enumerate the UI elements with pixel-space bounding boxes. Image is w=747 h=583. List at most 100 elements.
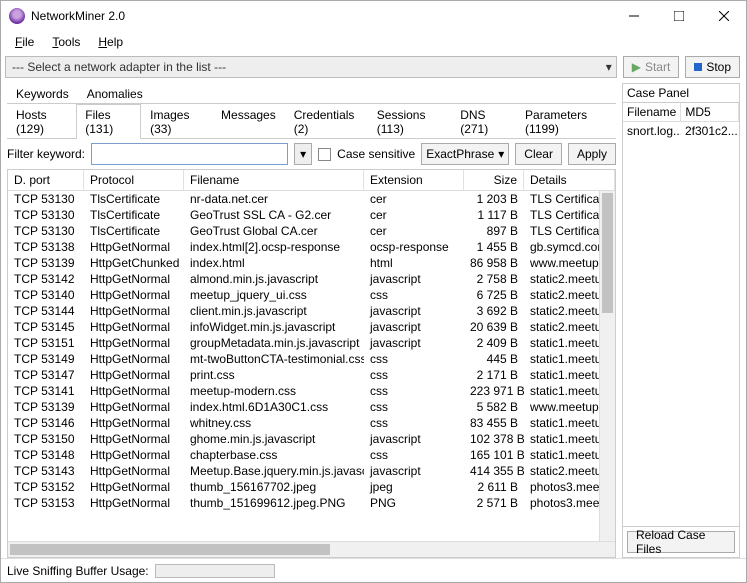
table-row[interactable]: TCP 53141HttpGetNormalmeetup-modern.cssc… [8, 383, 615, 399]
col-filename[interactable]: Filename [184, 170, 364, 190]
tab-hosts[interactable]: Hosts (129) [7, 104, 76, 139]
table-row[interactable]: TCP 53130TlsCertificatenr-data.net.cerce… [8, 191, 615, 207]
case-row-filename: snort.log.... [623, 122, 681, 140]
cell-port: TCP 53150 [8, 431, 84, 447]
table-row[interactable]: TCP 53140HttpGetNormalmeetup_jquery_ui.c… [8, 287, 615, 303]
cell-extension: css [364, 447, 464, 463]
cell-filename: index.html[2].ocsp-response [184, 239, 364, 255]
maximize-button[interactable] [656, 2, 701, 30]
cell-extension: javascript [364, 319, 464, 335]
cell-protocol: HttpGetNormal [84, 431, 184, 447]
cell-size: 165 101 B [464, 447, 524, 463]
tab-parameters[interactable]: Parameters (1199) [516, 104, 616, 139]
cell-filename: meetup_jquery_ui.css [184, 287, 364, 303]
match-mode-select[interactable]: ExactPhrase ▾ [421, 143, 509, 165]
apply-button[interactable]: Apply [568, 143, 616, 165]
adapter-bar: --- Select a network adapter in the list… [1, 53, 746, 81]
buffer-progress [155, 564, 275, 578]
col-port[interactable]: D. port [8, 170, 84, 190]
col-size[interactable]: Size [464, 170, 524, 190]
cell-port: TCP 53130 [8, 207, 84, 223]
cell-protocol: HttpGetNormal [84, 303, 184, 319]
scrollbar-horizontal[interactable] [8, 541, 615, 557]
tab-keywords[interactable]: Keywords [7, 83, 78, 104]
table-row[interactable]: TCP 53130TlsCertificateGeoTrust SSL CA -… [8, 207, 615, 223]
table-row[interactable]: TCP 53152HttpGetNormalthumb_156167702.jp… [8, 479, 615, 495]
cell-port: TCP 53139 [8, 255, 84, 271]
tab-messages[interactable]: Messages [212, 104, 285, 139]
cell-port: TCP 53145 [8, 319, 84, 335]
cell-size: 3 692 B [464, 303, 524, 319]
tab-credentials[interactable]: Credentials (2) [285, 104, 368, 139]
table-row[interactable]: TCP 53144HttpGetNormalclient.min.js.java… [8, 303, 615, 319]
cell-port: TCP 53152 [8, 479, 84, 495]
table-row[interactable]: TCP 53145HttpGetNormalinfoWidget.min.js.… [8, 319, 615, 335]
case-col-filename[interactable]: Filename [623, 103, 681, 121]
table-row[interactable]: TCP 53139HttpGetChunkedindex.htmlhtml86 … [8, 255, 615, 271]
case-sensitive-label: Case sensitive [337, 147, 415, 161]
menu-help[interactable]: Help [98, 35, 123, 49]
cell-filename: mt-twoButtonCTA-testimonial.css [184, 351, 364, 367]
cell-port: TCP 53149 [8, 351, 84, 367]
tabs-main: Hosts (129) Files (131) Images (33) Mess… [7, 104, 616, 139]
cell-protocol: HttpGetNormal [84, 335, 184, 351]
stop-button[interactable]: Stop [685, 56, 740, 78]
filter-combo-chevron-icon[interactable]: ▾ [294, 143, 312, 165]
tab-anomalies[interactable]: Anomalies [78, 83, 152, 104]
tab-files[interactable]: Files (131) [76, 104, 141, 139]
cell-size: 897 B [464, 223, 524, 239]
table-row[interactable]: TCP 53142HttpGetNormalalmond.min.js.java… [8, 271, 615, 287]
cell-extension: html [364, 255, 464, 271]
table-row[interactable]: TCP 53150HttpGetNormalghome.min.js.javas… [8, 431, 615, 447]
tab-images[interactable]: Images (33) [141, 104, 212, 139]
table-row[interactable]: TCP 53153HttpGetNormalthumb_151699612.jp… [8, 495, 615, 511]
scrollbar-thumb[interactable] [602, 193, 613, 313]
tab-dns[interactable]: DNS (271) [451, 104, 516, 139]
cell-extension: PNG [364, 495, 464, 511]
cell-filename: thumb_156167702.jpeg [184, 479, 364, 495]
menu-file[interactable]: File [15, 35, 34, 49]
table-row[interactable]: TCP 53147HttpGetNormalprint.csscss2 171 … [8, 367, 615, 383]
table-row[interactable]: TCP 53138HttpGetNormalindex.html[2].ocsp… [8, 239, 615, 255]
stop-icon [694, 63, 702, 71]
cell-size: 20 639 B [464, 319, 524, 335]
col-details[interactable]: Details [524, 170, 615, 190]
cell-protocol: HttpGetChunked [84, 255, 184, 271]
col-protocol[interactable]: Protocol [84, 170, 184, 190]
scrollbar-thumb[interactable] [10, 544, 330, 555]
titlebar: NetworkMiner 2.0 [1, 1, 746, 31]
minimize-button[interactable] [611, 2, 656, 30]
cell-port: TCP 53143 [8, 463, 84, 479]
cell-protocol: HttpGetNormal [84, 351, 184, 367]
cell-protocol: HttpGetNormal [84, 367, 184, 383]
scrollbar-vertical[interactable] [599, 191, 615, 541]
table-row[interactable]: TCP 53146HttpGetNormalwhitney.csscss83 4… [8, 415, 615, 431]
cell-port: TCP 53138 [8, 239, 84, 255]
filter-bar: Filter keyword: ▾ Case sensitive ExactPh… [7, 139, 616, 169]
cell-filename: thumb_151699612.jpeg.PNG [184, 495, 364, 511]
start-button[interactable]: ▶ Start [623, 56, 680, 78]
case-row[interactable]: snort.log.... 2f301c2... [623, 122, 739, 140]
case-col-md5[interactable]: MD5 [681, 103, 739, 121]
close-button[interactable] [701, 2, 746, 30]
cell-port: TCP 53148 [8, 447, 84, 463]
cell-size: 2 571 B [464, 495, 524, 511]
table-row[interactable]: TCP 53151HttpGetNormalgroupMetadata.min.… [8, 335, 615, 351]
menu-tools[interactable]: Tools [52, 35, 80, 49]
filter-input[interactable] [91, 143, 288, 165]
table-row[interactable]: TCP 53130TlsCertificateGeoTrust Global C… [8, 223, 615, 239]
reload-case-files-button[interactable]: Reload Case Files [627, 531, 735, 553]
cell-extension: javascript [364, 431, 464, 447]
adapter-select[interactable]: --- Select a network adapter in the list… [5, 56, 617, 78]
cell-filename: index.html [184, 255, 364, 271]
table-row[interactable]: TCP 53139HttpGetNormalindex.html.6D1A30C… [8, 399, 615, 415]
clear-button[interactable]: Clear [515, 143, 562, 165]
col-extension[interactable]: Extension [364, 170, 464, 190]
table-row[interactable]: TCP 53148HttpGetNormalchapterbase.csscss… [8, 447, 615, 463]
table-row[interactable]: TCP 53143HttpGetNormalMeetup.Base.jquery… [8, 463, 615, 479]
table-row[interactable]: TCP 53149HttpGetNormalmt-twoButtonCTA-te… [8, 351, 615, 367]
cell-extension: css [364, 415, 464, 431]
tab-sessions[interactable]: Sessions (113) [368, 104, 451, 139]
cell-protocol: TlsCertificate [84, 191, 184, 207]
case-sensitive-checkbox[interactable] [318, 148, 331, 161]
